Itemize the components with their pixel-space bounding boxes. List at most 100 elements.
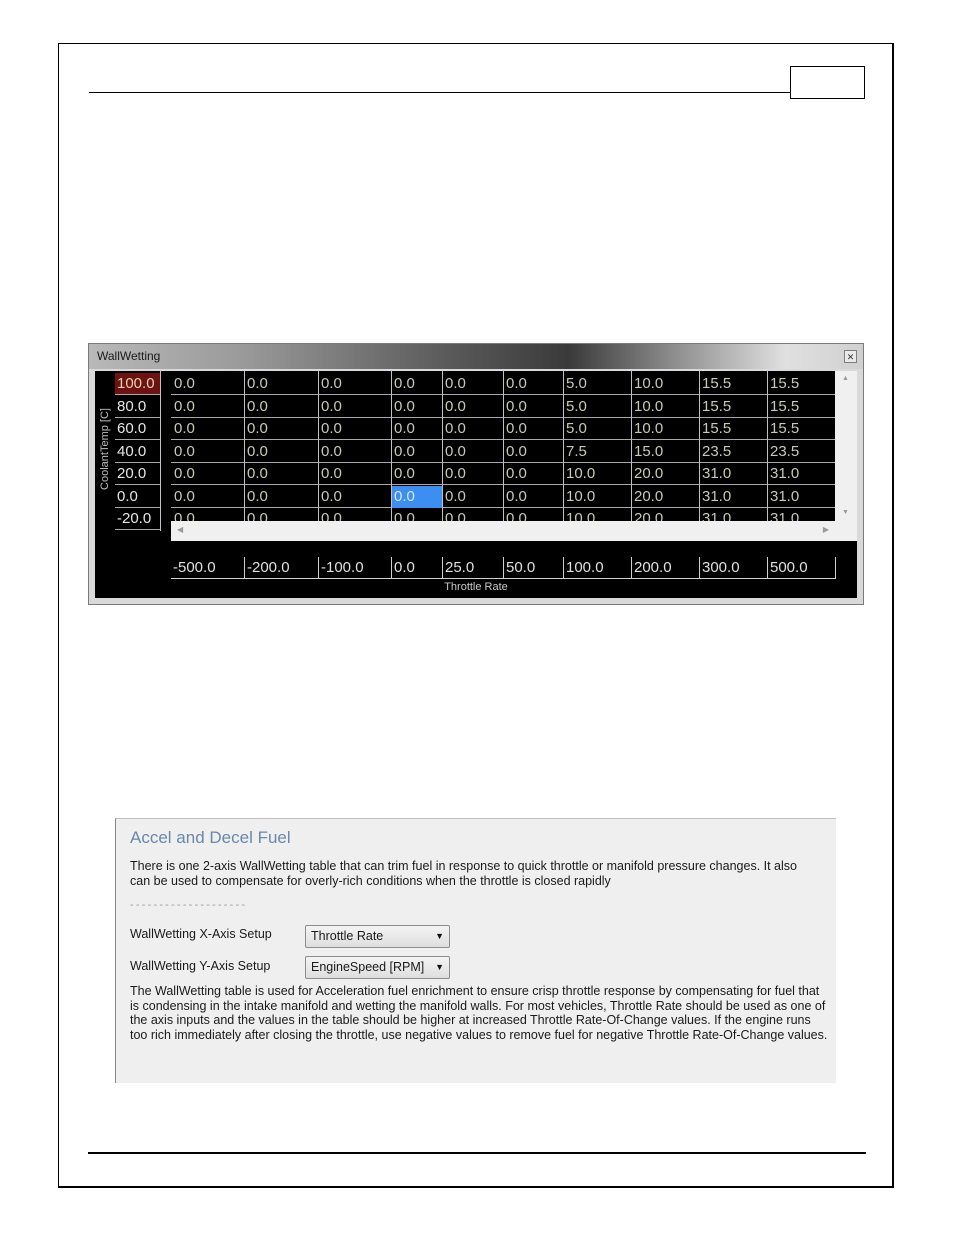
close-icon[interactable]: ✕: [844, 350, 857, 363]
y-axis-value[interactable]: 40.0: [115, 441, 160, 463]
table-cell[interactable]: 0.0: [443, 373, 503, 395]
x-axis-value[interactable]: -500.0: [171, 557, 244, 579]
table-cell[interactable]: 0.0: [443, 441, 503, 463]
table-cell[interactable]: 15.0: [632, 441, 699, 463]
table-cell[interactable]: 15.5: [768, 418, 835, 440]
table-cell[interactable]: 20.0: [632, 463, 699, 485]
column-divider: [563, 371, 564, 531]
x-axis-value[interactable]: -200.0: [244, 557, 318, 579]
table-cell[interactable]: 0.0: [319, 441, 391, 463]
y-axis-value[interactable]: -20.0: [115, 508, 160, 530]
table-cell[interactable]: 0.0: [392, 418, 442, 440]
table-cell[interactable]: 0.0: [245, 373, 318, 395]
table-cell[interactable]: 7.5: [564, 441, 631, 463]
table-cell-selected[interactable]: 0.0: [392, 485, 442, 508]
table-cell[interactable]: 15.5: [768, 373, 835, 395]
table-cell[interactable]: 0.0: [443, 418, 503, 440]
table-cell[interactable]: 0.0: [319, 373, 391, 395]
table-cell[interactable]: 0.0: [245, 418, 318, 440]
table-cell[interactable]: 0.0: [172, 441, 244, 463]
x-axis-setup-dropdown[interactable]: Throttle Rate ▼: [305, 925, 450, 948]
column-divider: [767, 371, 768, 531]
table-cell[interactable]: 0.0: [443, 396, 503, 418]
table-cell[interactable]: 0.0: [504, 463, 563, 485]
table-cell[interactable]: 0.0: [245, 463, 318, 485]
table-cell[interactable]: 31.0: [768, 486, 835, 508]
x-axis-value[interactable]: 200.0: [631, 557, 699, 579]
y-axis-value[interactable]: 100.0: [115, 373, 160, 395]
table-cell[interactable]: 0.0: [392, 463, 442, 485]
y-axis-setup-dropdown[interactable]: EngineSpeed [RPM] ▼: [305, 956, 450, 979]
window-title: WallWetting: [97, 349, 161, 363]
x-axis-value[interactable]: -100.0: [318, 557, 391, 579]
y-axis-value[interactable]: 60.0: [115, 418, 160, 440]
x-axis-value[interactable]: 500.0: [767, 557, 835, 579]
table-cell[interactable]: 0.0: [504, 418, 563, 440]
x-axis-value[interactable]: 100.0: [563, 557, 631, 579]
table-cell[interactable]: 0.0: [504, 486, 563, 508]
wallwetting-window: WallWetting ✕ CoolantTemp [C] 100.0 80.0 6…: [88, 343, 864, 605]
table-cell[interactable]: 0.0: [392, 373, 442, 395]
table-cell[interactable]: 5.0: [564, 418, 631, 440]
x-axis-setup-label: WallWetting X-Axis Setup: [130, 927, 272, 941]
vertical-scrollbar[interactable]: ▲ ▼: [835, 371, 857, 521]
horizontal-scrollbar[interactable]: ◀ ▶: [171, 521, 835, 541]
table-cell[interactable]: 0.0: [245, 396, 318, 418]
x-axis-value[interactable]: 0.0: [391, 557, 442, 579]
table-cell[interactable]: 0.0: [319, 463, 391, 485]
table-cell[interactable]: 0.0: [319, 396, 391, 418]
table-cell[interactable]: 31.0: [768, 463, 835, 485]
y-axis-value[interactable]: 20.0: [115, 463, 160, 485]
table-cell[interactable]: 10.0: [564, 463, 631, 485]
table-cell[interactable]: 0.0: [172, 396, 244, 418]
y-axis-value[interactable]: 80.0: [115, 396, 160, 418]
table-cell[interactable]: 0.0: [443, 463, 503, 485]
table-cell[interactable]: 15.5: [700, 396, 767, 418]
x-axis-value[interactable]: 50.0: [503, 557, 563, 579]
table-cell[interactable]: 15.5: [700, 373, 767, 395]
table-cell[interactable]: 10.0: [632, 396, 699, 418]
scrollbar-corner: [835, 521, 857, 541]
accel-decel-panel: Accel and Decel Fuel There is one 2-axis…: [115, 818, 836, 1083]
panel-title: Accel and Decel Fuel: [130, 828, 291, 847]
header-rule: [89, 92, 791, 93]
table-cell[interactable]: 0.0: [443, 486, 503, 508]
table-cell[interactable]: 0.0: [245, 486, 318, 508]
table-cell[interactable]: 10.0: [632, 373, 699, 395]
table-cell[interactable]: 0.0: [504, 396, 563, 418]
scroll-right-arrow-icon[interactable]: ▶: [823, 525, 829, 534]
table-cell[interactable]: 31.0: [700, 486, 767, 508]
table-cell[interactable]: 0.0: [319, 486, 391, 508]
table-cell[interactable]: 0.0: [172, 418, 244, 440]
table-cell[interactable]: 5.0: [564, 396, 631, 418]
x-axis-value[interactable]: 25.0: [442, 557, 503, 579]
window-titlebar[interactable]: WallWetting ✕: [89, 344, 863, 369]
table-cell[interactable]: 0.0: [504, 441, 563, 463]
table-cell[interactable]: 0.0: [172, 486, 244, 508]
table-cell[interactable]: 5.0: [564, 373, 631, 395]
table-cell[interactable]: 0.0: [392, 441, 442, 463]
table-cell[interactable]: 31.0: [700, 463, 767, 485]
y-axis-value[interactable]: 0.0: [115, 486, 160, 508]
table-cell[interactable]: 15.5: [700, 418, 767, 440]
x-axis-value[interactable]: 300.0: [699, 557, 767, 579]
scroll-left-arrow-icon[interactable]: ◀: [177, 525, 183, 534]
column-divider: [503, 371, 504, 531]
table-cell[interactable]: 0.0: [392, 396, 442, 418]
scroll-up-arrow-icon[interactable]: ▲: [842, 375, 849, 382]
table-cell[interactable]: 0.0: [172, 463, 244, 485]
table-cell[interactable]: 0.0: [504, 373, 563, 395]
table-cell[interactable]: 0.0: [172, 373, 244, 395]
x-axis-label: Throttle Rate: [444, 581, 508, 593]
table-cell[interactable]: 20.0: [632, 486, 699, 508]
table-cell[interactable]: 0.0: [319, 418, 391, 440]
table-cell[interactable]: 23.5: [768, 441, 835, 463]
table-cell[interactable]: 10.0: [632, 418, 699, 440]
scroll-down-arrow-icon[interactable]: ▼: [842, 509, 849, 516]
table-cell[interactable]: 15.5: [768, 396, 835, 418]
table-cell[interactable]: 0.0: [245, 441, 318, 463]
x-axis-setup-value: Throttle Rate: [311, 929, 384, 943]
column-divider: [442, 371, 443, 531]
table-cell[interactable]: 10.0: [564, 486, 631, 508]
table-cell[interactable]: 23.5: [700, 441, 767, 463]
